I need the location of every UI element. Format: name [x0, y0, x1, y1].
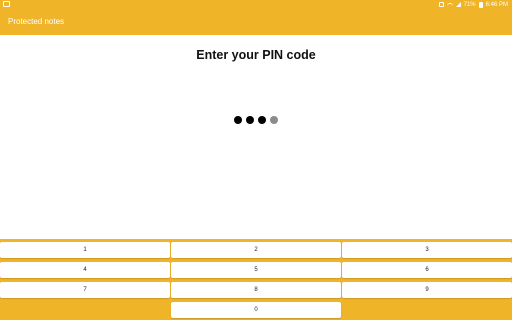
pin-dot-empty: [270, 116, 278, 124]
wifi-icon: [446, 2, 453, 7]
key-7[interactable]: 7: [0, 282, 170, 298]
app-title: Protected notes: [8, 17, 65, 26]
mute-icon: [438, 2, 444, 7]
pin-dot-filled: [258, 116, 266, 124]
key-2[interactable]: 2: [171, 242, 341, 258]
pin-heading: Enter your PIN code: [196, 48, 316, 62]
clock: 6:46 PM: [485, 1, 508, 8]
pin-dots: [234, 116, 278, 124]
pin-dot-filled: [246, 116, 254, 124]
signal-icon: [455, 2, 461, 7]
battery-icon: [478, 1, 483, 8]
key-4[interactable]: 4: [0, 262, 170, 278]
screenshot-icon: [3, 1, 10, 7]
battery-percent: 71%: [463, 1, 476, 8]
key-3[interactable]: 3: [342, 242, 512, 258]
key-6[interactable]: 6: [342, 262, 512, 278]
status-indicators: 71% 6:46 PM: [438, 0, 508, 9]
keypad: 1 2 3 4 5 6 7 8 9 0: [0, 239, 512, 320]
key-9[interactable]: 9: [342, 282, 512, 298]
key-5[interactable]: 5: [171, 262, 341, 278]
pin-dot-filled: [234, 116, 242, 124]
key-1[interactable]: 1: [0, 242, 170, 258]
app-bar: Protected notes: [0, 9, 512, 35]
key-8[interactable]: 8: [171, 282, 341, 298]
key-0[interactable]: 0: [171, 302, 341, 318]
status-bar: 71% 6:46 PM: [0, 0, 512, 9]
